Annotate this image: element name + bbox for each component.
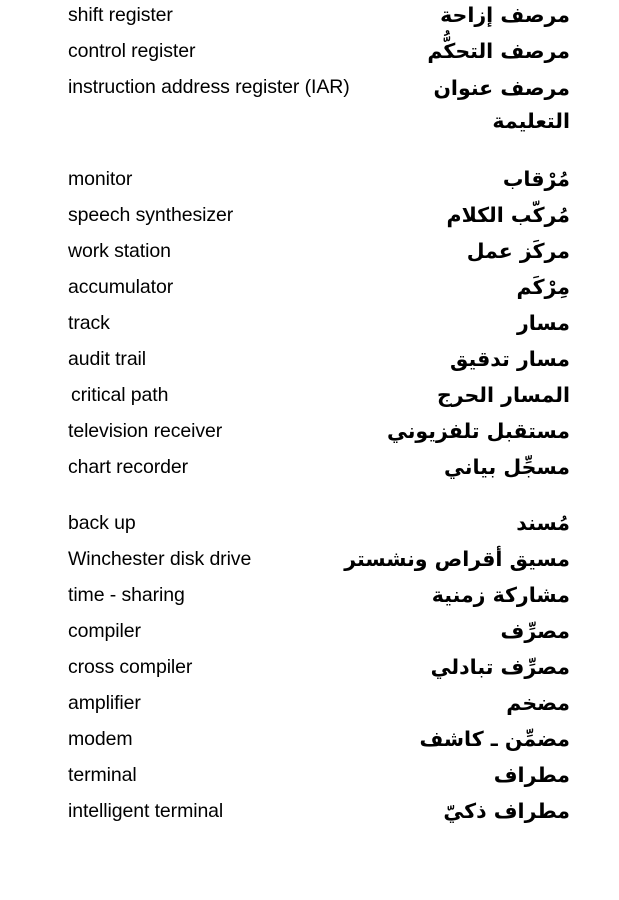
glossary-entry: modem مضمِّن ـ كاشف	[0, 724, 619, 760]
entry-term-arabic: مرصف التحكُّم	[427, 39, 570, 63]
glossary-group-software-hardware: back up مُسند Winchester disk drive مسيق أق…	[0, 508, 619, 832]
glossary-entry: terminal مطراف	[0, 760, 619, 796]
entry-term-arabic: مضخم	[506, 691, 570, 715]
entry-term-arabic: مسجِّل بياني	[444, 455, 570, 479]
entry-term-english: monitor	[68, 168, 133, 190]
entry-term-arabic-line2: التعليمة	[492, 109, 570, 133]
glossary-entry: shift register مرصف إزاحة	[0, 0, 619, 36]
entry-term-arabic: مِرْكَم	[516, 275, 570, 299]
entry-term-english: critical path	[71, 384, 169, 406]
entry-term-english: amplifier	[68, 692, 141, 714]
entry-term-english: back up	[68, 512, 136, 534]
glossary-list: shift register مرصف إزاحة control register…	[0, 0, 619, 832]
entry-term-english: accumulator	[68, 276, 174, 298]
entry-term-arabic: مصرِّف	[500, 619, 570, 643]
glossary-entry: audit trail مسار تدقيق	[0, 344, 619, 380]
entry-term-english: television receiver	[68, 420, 223, 442]
entry-term-english: audit trail	[68, 348, 147, 370]
entry-term-english: Winchester disk drive	[68, 548, 252, 570]
entry-term-english: speech synthesizer	[68, 204, 234, 226]
entry-term-arabic: مرصف إزاحة	[440, 3, 570, 27]
entry-term-english: work station	[68, 240, 171, 262]
entry-term-arabic: مُرْقاب	[502, 167, 570, 191]
entry-term-arabic: مشاركة زمنية	[431, 583, 570, 607]
glossary-entry: television receiver مستقبل تلفزيوني	[0, 416, 619, 452]
glossary-group-devices: monitor مُرْقاب speech synthesizer مُركّب ا…	[0, 164, 619, 488]
entry-term-english: track	[68, 312, 110, 334]
glossary-entry: accumulator مِرْكَم	[0, 272, 619, 308]
glossary-group-registers: shift register مرصف إزاحة control register…	[0, 0, 619, 144]
entry-term-arabic: مسار	[516, 311, 570, 335]
glossary-entry: work station مركَز عمل	[0, 236, 619, 272]
entry-term-english: control register	[68, 40, 196, 62]
glossary-entry: speech synthesizer مُركّب الكلام	[0, 200, 619, 236]
entry-term-arabic: مرصف عنوان التعليمة	[310, 72, 570, 138]
glossary-entry: compiler مصرِّف	[0, 616, 619, 652]
entry-term-arabic: مركَز عمل	[466, 239, 570, 263]
entry-term-english: time - sharing	[68, 584, 185, 606]
entry-term-arabic: مسيق أقراص ونشستر	[344, 547, 570, 571]
entry-term-arabic: مطراف	[493, 763, 570, 787]
document-page: shift register مرصف إزاحة control register…	[0, 0, 619, 900]
entry-term-english: compiler	[68, 620, 141, 642]
glossary-entry: critical path المسار الحرج	[0, 380, 619, 416]
entry-term-english: instruction address register (IAR)	[68, 76, 350, 98]
glossary-entry: intelligent terminal مطراف ذكيّ	[0, 796, 619, 832]
entry-term-arabic: مُسند	[516, 511, 570, 535]
entry-term-english: shift register	[68, 4, 173, 26]
entry-term-arabic: مُركّب الكلام	[446, 203, 570, 227]
entry-term-english: terminal	[68, 764, 137, 786]
glossary-entry: back up مُسند	[0, 508, 619, 544]
entry-term-english: modem	[68, 728, 133, 750]
glossary-entry: cross compiler مصرِّف تبادلي	[0, 652, 619, 688]
entry-term-arabic: مطراف ذكيّ	[443, 799, 570, 823]
glossary-entry: instruction address register (IAR) مرصف ع…	[0, 72, 619, 144]
glossary-entry: chart recorder مسجِّل بياني	[0, 452, 619, 488]
entry-term-english: cross compiler	[68, 656, 193, 678]
entry-term-arabic: مستقبل تلفزيوني	[386, 419, 570, 443]
glossary-entry: track مسار	[0, 308, 619, 344]
entry-term-english: intelligent terminal	[68, 800, 224, 822]
entry-term-arabic-line1: مرصف عنوان	[433, 76, 570, 100]
entry-term-arabic: مصرِّف تبادلي	[430, 655, 570, 679]
glossary-entry: time - sharing مشاركة زمنية	[0, 580, 619, 616]
glossary-entry: control register مرصف التحكُّم	[0, 36, 619, 72]
glossary-entry: monitor مُرْقاب	[0, 164, 619, 200]
entry-term-english: chart recorder	[68, 456, 188, 478]
entry-term-arabic: مضمِّن ـ كاشف	[419, 727, 570, 751]
entry-term-arabic: مسار تدقيق	[450, 347, 570, 371]
glossary-entry: Winchester disk drive مسيق أقراص ونشستر	[0, 544, 619, 580]
entry-term-arabic: المسار الحرج	[437, 383, 570, 407]
glossary-entry: amplifier مضخم	[0, 688, 619, 724]
